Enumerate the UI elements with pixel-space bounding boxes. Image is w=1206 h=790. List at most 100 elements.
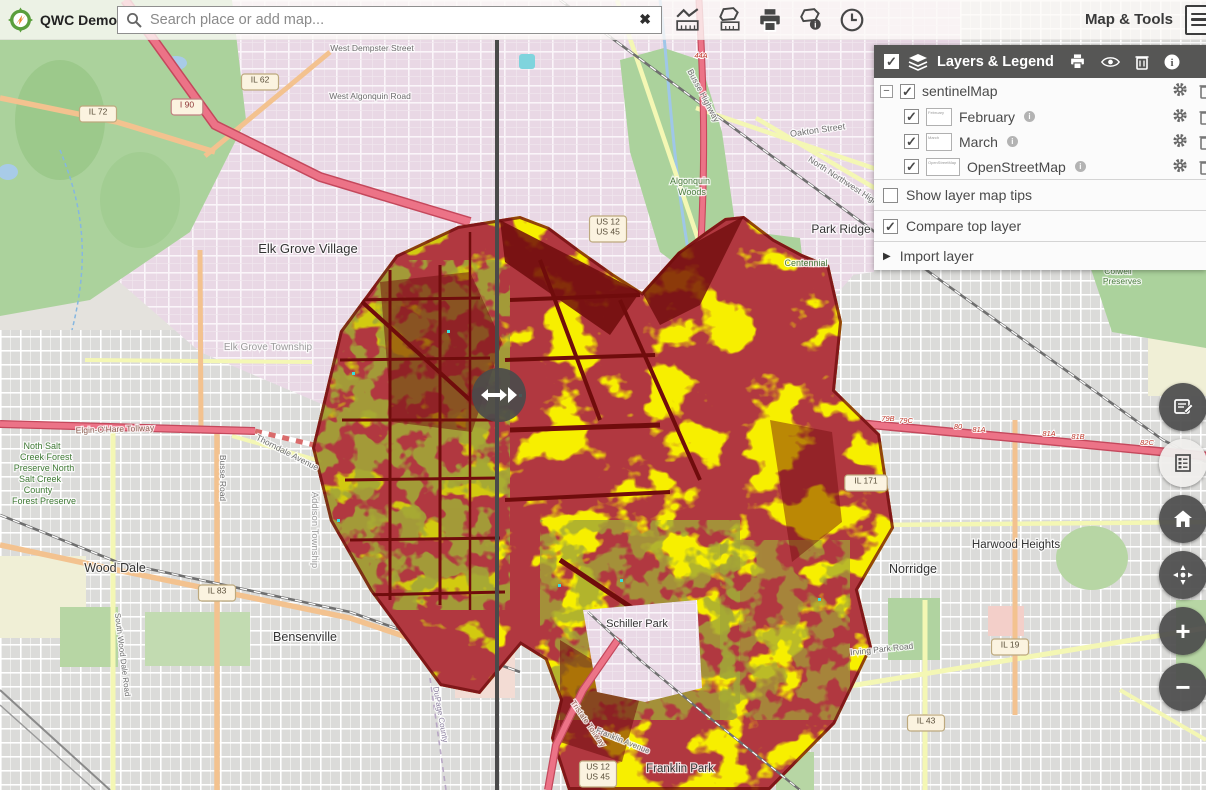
layer-row-openstreetmap[interactable]: ✓ OpenStreetMap OpenStreetMap i <box>874 154 1206 179</box>
measure-tool-button[interactable] <box>715 6 743 34</box>
map-label: Algonquin <box>670 176 710 186</box>
search-icon <box>126 12 142 28</box>
map-label: Preserve North <box>14 463 75 473</box>
schiller-park-gap <box>583 600 702 702</box>
layer-settings-gear-icon[interactable] <box>1172 107 1188 126</box>
layers-panel-header[interactable]: ✓ Layers & Legend i <box>874 45 1206 78</box>
collapse-expander[interactable]: − <box>880 85 893 98</box>
map-label: Elk Grove Township <box>224 342 313 353</box>
print-legend-icon[interactable] <box>1069 53 1086 70</box>
search-box[interactable]: ✖ <box>117 6 662 34</box>
layer-checkbox[interactable]: ✓ <box>904 109 919 124</box>
compare-layer-label: Compare top layer <box>906 218 1021 234</box>
locate-button[interactable] <box>1159 551 1206 599</box>
layer-group-row-sentinelmap[interactable]: − ✓ sentinelMap <box>874 78 1206 104</box>
svg-text:IL 19: IL 19 <box>1001 640 1020 650</box>
map-label: Wood Dale <box>84 561 146 575</box>
motorway-exit-label: 81A <box>972 425 985 434</box>
top-bar: QWC Demo ✖ i <box>0 0 1206 40</box>
expand-arrow-icon: ▶ <box>883 251 891 262</box>
home-button[interactable] <box>1159 495 1206 543</box>
layer-legend-thumbnail: March <box>926 133 952 151</box>
height-profile-tool-button[interactable] <box>674 6 702 34</box>
app-logo[interactable]: QWC Demo <box>0 5 117 35</box>
option-show-map-tips[interactable]: ✓ Show layer map tips <box>874 179 1206 210</box>
map-label: Franklin Park <box>646 763 714 775</box>
compare-layer-checkbox[interactable]: ✓ <box>883 219 898 234</box>
motorway-exit-label: 44A <box>694 51 707 60</box>
map-label: Creek Forest <box>20 452 73 462</box>
toolbar: i <box>674 6 866 34</box>
layer-settings-gear-icon[interactable] <box>1172 157 1188 176</box>
zoom-out-button[interactable]: − <box>1159 663 1206 711</box>
svg-text:i: i <box>1170 57 1173 69</box>
layer-checkbox[interactable]: ✓ <box>904 134 919 149</box>
motorway-exit-label: 79B <box>881 414 894 423</box>
visibility-eye-icon[interactable] <box>1101 55 1120 69</box>
search-input[interactable] <box>148 11 637 29</box>
identify-region-tool-button[interactable]: i <box>797 6 825 34</box>
map-tips-label: Show layer map tips <box>906 187 1032 203</box>
motorway-exit-label: 79C <box>899 416 913 425</box>
option-compare-top-layer[interactable]: ✓ Compare top layer <box>874 210 1206 241</box>
import-layer-expander[interactable]: ▶ Import layer <box>874 241 1206 270</box>
clipped-row-icon[interactable] <box>1199 109 1206 125</box>
map-label: Centennial <box>784 258 827 268</box>
map-label: Norridge <box>889 562 937 576</box>
svg-text:IL 72: IL 72 <box>89 107 108 117</box>
import-layer-label: Import layer <box>900 248 974 264</box>
layer-info-badge[interactable]: i <box>1007 136 1018 147</box>
clipped-row-icon[interactable] <box>1199 134 1206 150</box>
layer-info-badge[interactable]: i <box>1075 161 1086 172</box>
map-label: West Algonquin Road <box>329 91 411 101</box>
brand-title: QWC Demo <box>40 12 117 28</box>
layer-name: February <box>959 109 1015 125</box>
svg-text:US 45: US 45 <box>586 772 610 782</box>
layer-info-badge[interactable]: i <box>1024 111 1035 122</box>
compare-slider-handle[interactable] <box>472 368 526 422</box>
map-label: Schiller Park <box>606 618 668 630</box>
layer-settings-gear-icon[interactable] <box>1172 82 1188 101</box>
zoom-in-button[interactable]: + <box>1159 607 1206 655</box>
compare-arrows-icon <box>480 384 518 406</box>
menu-hamburger-button[interactable] <box>1185 5 1206 35</box>
layer-name: OpenStreetMap <box>967 159 1066 175</box>
map-legend-sheet-button[interactable] <box>1159 439 1206 487</box>
motorway-exit-label: 82C <box>1140 438 1154 447</box>
layer-legend-thumbnail: February <box>926 108 952 126</box>
map-label: Forest Preserve <box>12 496 76 506</box>
info-icon[interactable]: i <box>1164 54 1180 70</box>
layer-checkbox[interactable]: ✓ <box>904 159 919 174</box>
search-clear-icon[interactable]: ✖ <box>637 11 653 28</box>
motorway-exit-label: 80 <box>954 422 963 431</box>
road-shield: IL 62 <box>242 74 279 90</box>
svg-text:IL 62: IL 62 <box>251 75 270 85</box>
clipped-row-icon[interactable] <box>1199 83 1206 99</box>
layer-group-checkbox[interactable]: ✓ <box>900 84 915 99</box>
map-tips-checkbox[interactable]: ✓ <box>883 188 898 203</box>
road-shield: IL 83 <box>199 585 236 601</box>
qwc-compass-icon <box>8 5 33 35</box>
map-label: Preserves <box>1103 276 1141 286</box>
map-label: Bensenville <box>273 630 337 644</box>
clipped-row-icon[interactable] <box>1199 159 1206 175</box>
layer-settings-gear-icon[interactable] <box>1172 132 1188 151</box>
layer-row-march[interactable]: ✓ March March i <box>874 129 1206 154</box>
road-shield: IL 171 <box>845 475 887 491</box>
layer-row-february[interactable]: ✓ February February i <box>874 104 1206 129</box>
map-label: Elk Grove Village <box>258 241 357 256</box>
trash-icon[interactable] <box>1135 54 1149 70</box>
time-manager-tool-button[interactable] <box>838 6 866 34</box>
road-shield: IL 72 <box>80 106 117 122</box>
map-label: Harwood Heights <box>972 539 1060 551</box>
print-tool-button[interactable] <box>756 6 784 34</box>
task-report-button[interactable] <box>1159 383 1206 431</box>
map-label: Park Ridge <box>811 222 871 236</box>
road-shield: US 12US 45 <box>580 761 617 787</box>
map-tools-label: Map & Tools <box>1085 11 1173 28</box>
motorway-exit-label: 81A <box>1042 429 1055 438</box>
map-label: Addison Township <box>309 492 320 568</box>
panel-visibility-checkbox[interactable]: ✓ <box>884 54 899 69</box>
layer-legend-thumbnail: OpenStreetMap <box>926 158 960 176</box>
svg-text:US 45: US 45 <box>596 227 620 237</box>
